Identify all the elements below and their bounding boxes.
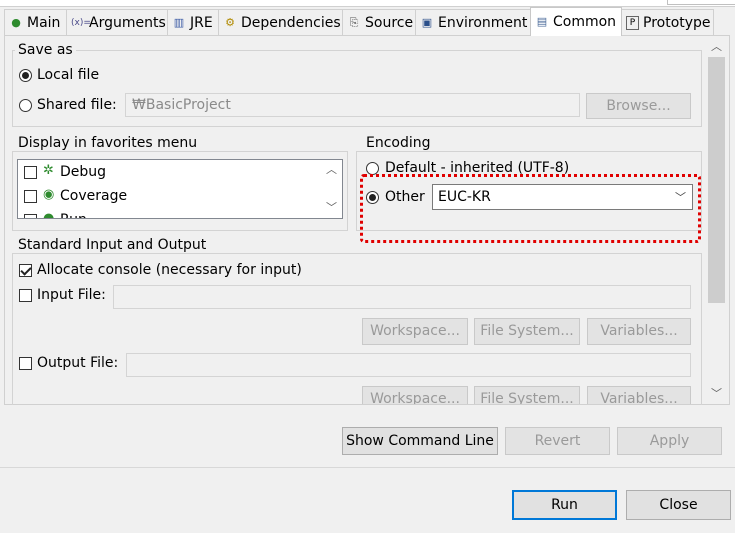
tab-dependencies-label: Dependencies	[241, 14, 341, 31]
top-frame-line	[0, 0, 735, 7]
main-run-icon: ●	[11, 15, 21, 29]
list-scroll-down-icon[interactable]: ﹀	[326, 202, 337, 214]
save-as-title: Save as	[15, 42, 76, 58]
debug-checkbox[interactable]	[24, 166, 37, 179]
tab-source-label: Source	[365, 14, 414, 31]
close-button[interactable]: Close	[626, 490, 731, 520]
dependencies-icon: ⚙	[225, 15, 235, 29]
dialog-separator	[0, 467, 735, 468]
tab-arguments[interactable]: (x)= Arguments	[66, 9, 168, 35]
input-file-label: Input File:	[37, 287, 106, 303]
allocate-console-label: Allocate console (necessary for input)	[37, 262, 302, 278]
coverage-icon: ◉	[43, 187, 55, 202]
scrollbar-thumb[interactable]	[708, 57, 725, 303]
encoding-title: Encoding	[363, 135, 434, 151]
tab-source[interactable]: ⎘ Source	[342, 9, 416, 35]
tab-environment-label: Environment	[438, 14, 528, 31]
output-buttons-clip: Workspace... File System... Variables...	[12, 386, 706, 404]
debug-icon: ✲	[43, 163, 54, 178]
tab-main[interactable]: ● Main	[4, 9, 67, 35]
favorites-title: Display in favorites menu	[15, 135, 201, 151]
local-file-label: Local file	[37, 67, 100, 83]
allocate-console-checkbox[interactable]	[19, 264, 32, 277]
revert-button[interactable]: Revert	[505, 427, 610, 455]
top-frame-right	[667, 0, 735, 5]
prototype-icon: P	[626, 15, 639, 30]
run-checkbox[interactable]	[24, 214, 37, 218]
tab-dependencies[interactable]: ⚙ Dependencies	[218, 9, 343, 35]
local-file-radio[interactable]	[19, 69, 32, 82]
output-file-checkbox[interactable]	[19, 357, 32, 370]
run-icon: ●	[43, 211, 55, 219]
common-icon: ▤	[536, 15, 548, 28]
jre-icon: ▥	[173, 15, 185, 29]
output-workspace-button[interactable]: Workspace...	[362, 386, 468, 404]
tab-main-label: Main	[27, 14, 61, 31]
input-file-system-button[interactable]: File System...	[474, 318, 580, 345]
tab-prototype[interactable]: P Prototype	[621, 9, 714, 35]
scroll-down-arrow-icon[interactable]: ﹀	[711, 388, 722, 400]
shared-file-input[interactable]: ₩BasicProject	[125, 93, 580, 117]
std-io-title: Standard Input and Output	[15, 237, 210, 253]
coverage-checkbox[interactable]	[24, 190, 37, 203]
scroll-up-arrow-icon[interactable]: ︿	[711, 41, 722, 53]
arguments-icon: (x)=	[71, 17, 91, 28]
tab-environment[interactable]: ▣ Environment	[415, 9, 531, 35]
environment-icon: ▣	[421, 15, 433, 29]
output-file-label: Output File:	[37, 355, 119, 371]
favorites-item-coverage: Coverage	[60, 188, 128, 204]
input-file-checkbox[interactable]	[19, 289, 32, 302]
input-workspace-button[interactable]: Workspace...	[362, 318, 468, 345]
tab-prototype-label: Prototype	[643, 14, 711, 31]
launch-config-tabbar: ● Main (x)= Arguments ▥ JRE ⚙ Dependenci…	[0, 7, 735, 36]
favorites-list[interactable]: ✲ Debug ◉ Coverage ● Run ︿ ﹀	[17, 159, 343, 219]
show-command-line-button[interactable]: Show Command Line	[342, 427, 498, 455]
run-button[interactable]: Run	[512, 490, 617, 520]
panel-scrollbar[interactable]: ︿ ﹀	[706, 36, 728, 404]
highlight-annotation	[360, 174, 701, 243]
list-scroll-up-icon[interactable]: ︿	[326, 164, 337, 176]
shared-file-label: Shared file:	[37, 97, 117, 113]
apply-button[interactable]: Apply	[617, 427, 722, 455]
favorites-item-run: Run	[60, 211, 87, 218]
tab-jre[interactable]: ▥ JRE	[167, 9, 219, 35]
input-variables-button[interactable]: Variables...	[587, 318, 691, 345]
tab-common-label: Common	[553, 14, 617, 30]
source-icon: ⎘	[349, 15, 359, 29]
tab-common[interactable]: ▤ Common	[530, 7, 622, 36]
tab-jre-label: JRE	[190, 14, 213, 31]
output-variables-button[interactable]: Variables...	[587, 386, 691, 404]
output-file-system-button[interactable]: File System...	[474, 386, 580, 404]
shared-file-radio[interactable]	[19, 99, 32, 112]
tab-arguments-label: Arguments	[89, 14, 166, 31]
input-file-field[interactable]	[113, 285, 691, 309]
browse-button[interactable]: Browse...	[586, 93, 691, 119]
favorites-item-debug: Debug	[60, 164, 107, 180]
output-file-field[interactable]	[126, 353, 691, 377]
